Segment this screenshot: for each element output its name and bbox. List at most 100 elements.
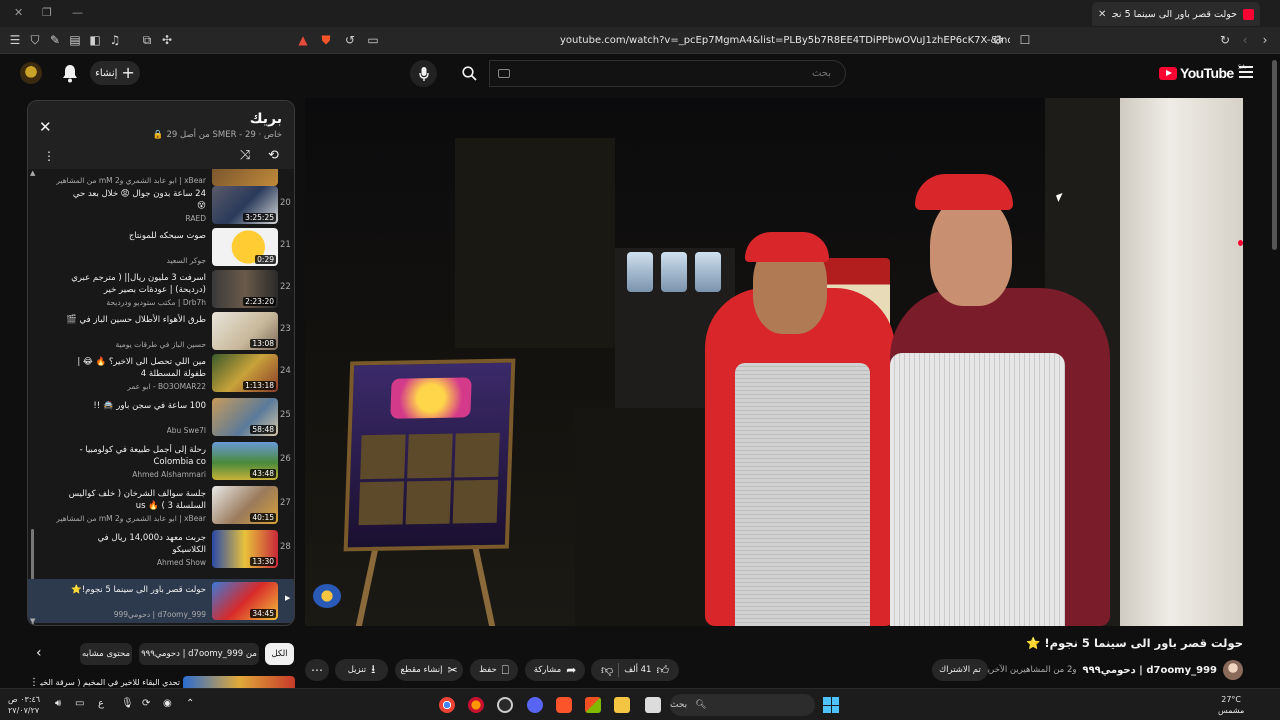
obs-icon[interactable] bbox=[497, 697, 513, 713]
discord-icon[interactable] bbox=[527, 697, 543, 713]
brave-shield-icon[interactable]: ⛊ bbox=[318, 32, 334, 48]
forward-icon[interactable]: › bbox=[1257, 32, 1273, 48]
playlist-item[interactable]: 20 3:25:25 24 ساعة بدون جوال 😡 خلال بعد … bbox=[28, 183, 294, 227]
app-icon[interactable] bbox=[645, 697, 661, 713]
sync-icon[interactable]: ⟳ bbox=[142, 698, 150, 709]
playlist-item-current[interactable]: ▶ 34:45 حولت قصر باور الى سينما 5 نجوم!⭐… bbox=[28, 579, 294, 623]
item-index: 24 bbox=[280, 366, 291, 376]
back-icon[interactable]: ‹ bbox=[1237, 32, 1253, 48]
loop-icon[interactable]: ⟲ bbox=[268, 148, 279, 163]
notifications-bell-icon[interactable] bbox=[61, 63, 79, 83]
playlist-item[interactable]: 22 2:23:20 اسرفت 3 مليون ريال|| ( مترجم … bbox=[28, 267, 294, 311]
keyboard-icon[interactable] bbox=[498, 69, 510, 78]
youtube-favicon-icon bbox=[1243, 8, 1254, 20]
guide-menu-icon[interactable] bbox=[1239, 66, 1253, 78]
item-index: 25 bbox=[280, 410, 291, 420]
tabs-icon[interactable]: ▤ bbox=[67, 32, 83, 48]
record-icon[interactable]: ◉ bbox=[163, 698, 172, 709]
minimize-window-icon[interactable]: — bbox=[72, 6, 83, 19]
store-icon[interactable] bbox=[585, 697, 601, 713]
download-button[interactable]: ⭳ تنزيل bbox=[335, 659, 388, 681]
more-options-icon[interactable]: ⋮ bbox=[43, 149, 55, 163]
thumbs-down-icon[interactable]: 👎︎ bbox=[601, 663, 613, 678]
playlist-item[interactable]: 21 0:29 صوت سبحكه للمونتاج جوكر السعيد bbox=[28, 225, 294, 269]
browser-toolbar: ☰ ⛉ ✎ ▤ ◧ ♫ ⧉ ✣ ▲ ⛊ ↺ ▭ youtube.com/watc… bbox=[0, 27, 1280, 54]
create-button[interactable]: إنشاء + bbox=[90, 61, 140, 85]
pen-icon[interactable]: ✎ bbox=[47, 32, 63, 48]
vpn-icon[interactable]: ▲ bbox=[295, 32, 311, 48]
screenshot-icon[interactable]: ⧉ bbox=[139, 32, 155, 48]
address-bar[interactable]: youtube.com/watch?v=_pcEp7MgmA4&list=PLB… bbox=[560, 31, 1010, 50]
video-player[interactable] bbox=[305, 98, 1243, 626]
account-avatar[interactable] bbox=[20, 62, 42, 84]
playlist-item[interactable]: 24 1:13:18 مين اللي تحصل الى الاخير؟ 🔥 😂… bbox=[28, 351, 294, 395]
playlist-item[interactable]: 28 13:30 جربت معهد د14,000 ريال في الكلا… bbox=[28, 527, 294, 571]
shield-icon[interactable]: ⛉ bbox=[27, 32, 43, 48]
chevron-left-icon[interactable]: ‹ bbox=[36, 645, 42, 661]
chip-from-channel[interactable]: من d7oomy_999 | دحومي٩٩٩ bbox=[139, 643, 259, 665]
item-title: رحلة إلى أجمل طبيعة في كولومبيا - Colomb… bbox=[79, 445, 206, 467]
site-settings-icon[interactable]: ⚙ bbox=[990, 32, 1006, 48]
voice-search-button[interactable] bbox=[410, 60, 437, 87]
video-owner: d7oomy_999 | دحومي٩٩٩ و2 من المشاهيرين ا… bbox=[981, 658, 1243, 682]
music-icon[interactable]: ♫ bbox=[107, 32, 123, 48]
youtube-logo[interactable]: YouTube SA bbox=[1159, 64, 1246, 81]
menu-icon[interactable]: ☰ bbox=[7, 32, 23, 48]
brave-icon[interactable] bbox=[556, 697, 572, 713]
volume-icon[interactable]: 🔊︎ bbox=[55, 698, 61, 709]
like-count[interactable]: 41 ألف bbox=[624, 665, 651, 675]
playlist-title[interactable]: بريك bbox=[250, 111, 282, 127]
input-language[interactable]: ع bbox=[98, 698, 104, 709]
extensions-icon[interactable]: ✣ bbox=[159, 32, 175, 48]
item-duration: 2:23:20 bbox=[243, 297, 276, 306]
shuffle-icon[interactable]: ⤨ bbox=[240, 148, 250, 163]
playlist-item[interactable]: 23 13:08 طرق الأهواء الأطلال حسين الباز … bbox=[28, 309, 294, 353]
channel-avatar[interactable] bbox=[1223, 660, 1243, 680]
playlist-item[interactable]: 25 58:48 100 ساعة في سجن باور 🚔 !! Abu S… bbox=[28, 395, 294, 439]
scissors-icon: ✂ bbox=[447, 663, 458, 677]
thumbs-up-icon[interactable]: 👍︎ bbox=[656, 663, 669, 678]
file-explorer-icon[interactable] bbox=[614, 697, 630, 713]
reload-icon[interactable]: ↻ bbox=[1217, 32, 1233, 48]
clock[interactable]: ٠٣:٤٦ ص ٢٧/٠٧/٢٧ bbox=[8, 694, 40, 716]
share-button[interactable]: ➦ مشاركة bbox=[525, 659, 585, 681]
clip-button[interactable]: ✂ إنشاء مقطع bbox=[395, 659, 463, 681]
collaborators[interactable]: و2 من المشاهيرين الآخرين bbox=[981, 665, 1076, 675]
scroll-down-icon[interactable]: ▼ bbox=[30, 617, 35, 625]
microphone-icon[interactable]: 🎙︎ bbox=[121, 698, 134, 709]
channel-watermark-icon[interactable] bbox=[313, 584, 341, 608]
show-hidden-icons-icon[interactable]: ⌃ bbox=[186, 698, 194, 709]
cast-icon[interactable]: ▭ bbox=[365, 32, 381, 48]
chrome-icon[interactable] bbox=[439, 697, 455, 713]
subscribed-button[interactable]: تم الاشتراك bbox=[932, 659, 988, 681]
chip-similar[interactable]: محتوى مشابه bbox=[80, 643, 132, 665]
more-actions-button[interactable]: ⋯ bbox=[305, 659, 329, 681]
video-thumbnail: 0:29 bbox=[212, 228, 278, 266]
network-icon[interactable]: ▭ bbox=[75, 698, 84, 709]
page-scrollbar[interactable] bbox=[1272, 60, 1277, 250]
close-tab-icon[interactable]: ✕ bbox=[1098, 9, 1106, 20]
recommended-video-thumbnail[interactable] bbox=[183, 676, 295, 688]
sidebar-icon[interactable]: ◧ bbox=[87, 32, 103, 48]
playlist-item[interactable]: 26 43:48 رحلة إلى أجمل طبيعة في كولومبيا… bbox=[28, 439, 294, 483]
restore-window-icon[interactable]: ❐ bbox=[42, 6, 52, 19]
close-playlist-icon[interactable]: ✕ bbox=[39, 118, 52, 136]
item-index: 21 bbox=[280, 240, 291, 250]
chip-all[interactable]: الكل bbox=[265, 643, 294, 665]
channel-name[interactable]: d7oomy_999 | دحومي٩٩٩ bbox=[1082, 665, 1217, 676]
browser-tab-active[interactable]: حولت قصر باور الى سينما 5 نجو... ✕ bbox=[1092, 2, 1260, 26]
bookmark-icon[interactable]: ☐ bbox=[1017, 32, 1033, 48]
playlist-item[interactable]: 27 40:15 جلسة سوالف الشرخان ( خلف كواليس… bbox=[28, 483, 294, 527]
firefox-icon[interactable] bbox=[468, 697, 484, 713]
search-button[interactable] bbox=[449, 60, 489, 87]
save-button[interactable]: ⎕ حفظ bbox=[470, 659, 518, 681]
windows-start-icon[interactable] bbox=[823, 697, 839, 713]
search-input[interactable] bbox=[490, 61, 845, 86]
recommended-video-title[interactable]: تحدي البقاء للاخير في المخيم ( سرقة الخي… bbox=[40, 678, 180, 687]
more-options-icon[interactable]: ⋮ bbox=[29, 677, 39, 688]
taskbar-search[interactable]: 🔍︎ بحث bbox=[670, 694, 815, 716]
close-window-icon[interactable]: ✕ bbox=[14, 6, 23, 19]
weather-widget[interactable]: 27°C مشمس bbox=[1218, 694, 1244, 716]
reader-icon[interactable]: ↺ bbox=[342, 32, 358, 48]
windows-taskbar: ٠٣:٤٦ ص ٢٧/٠٧/٢٧ 🔊︎ ▭ ع 🎙︎ ⟳ ◉ ⌃ 🔍︎ بحث … bbox=[0, 688, 1280, 720]
